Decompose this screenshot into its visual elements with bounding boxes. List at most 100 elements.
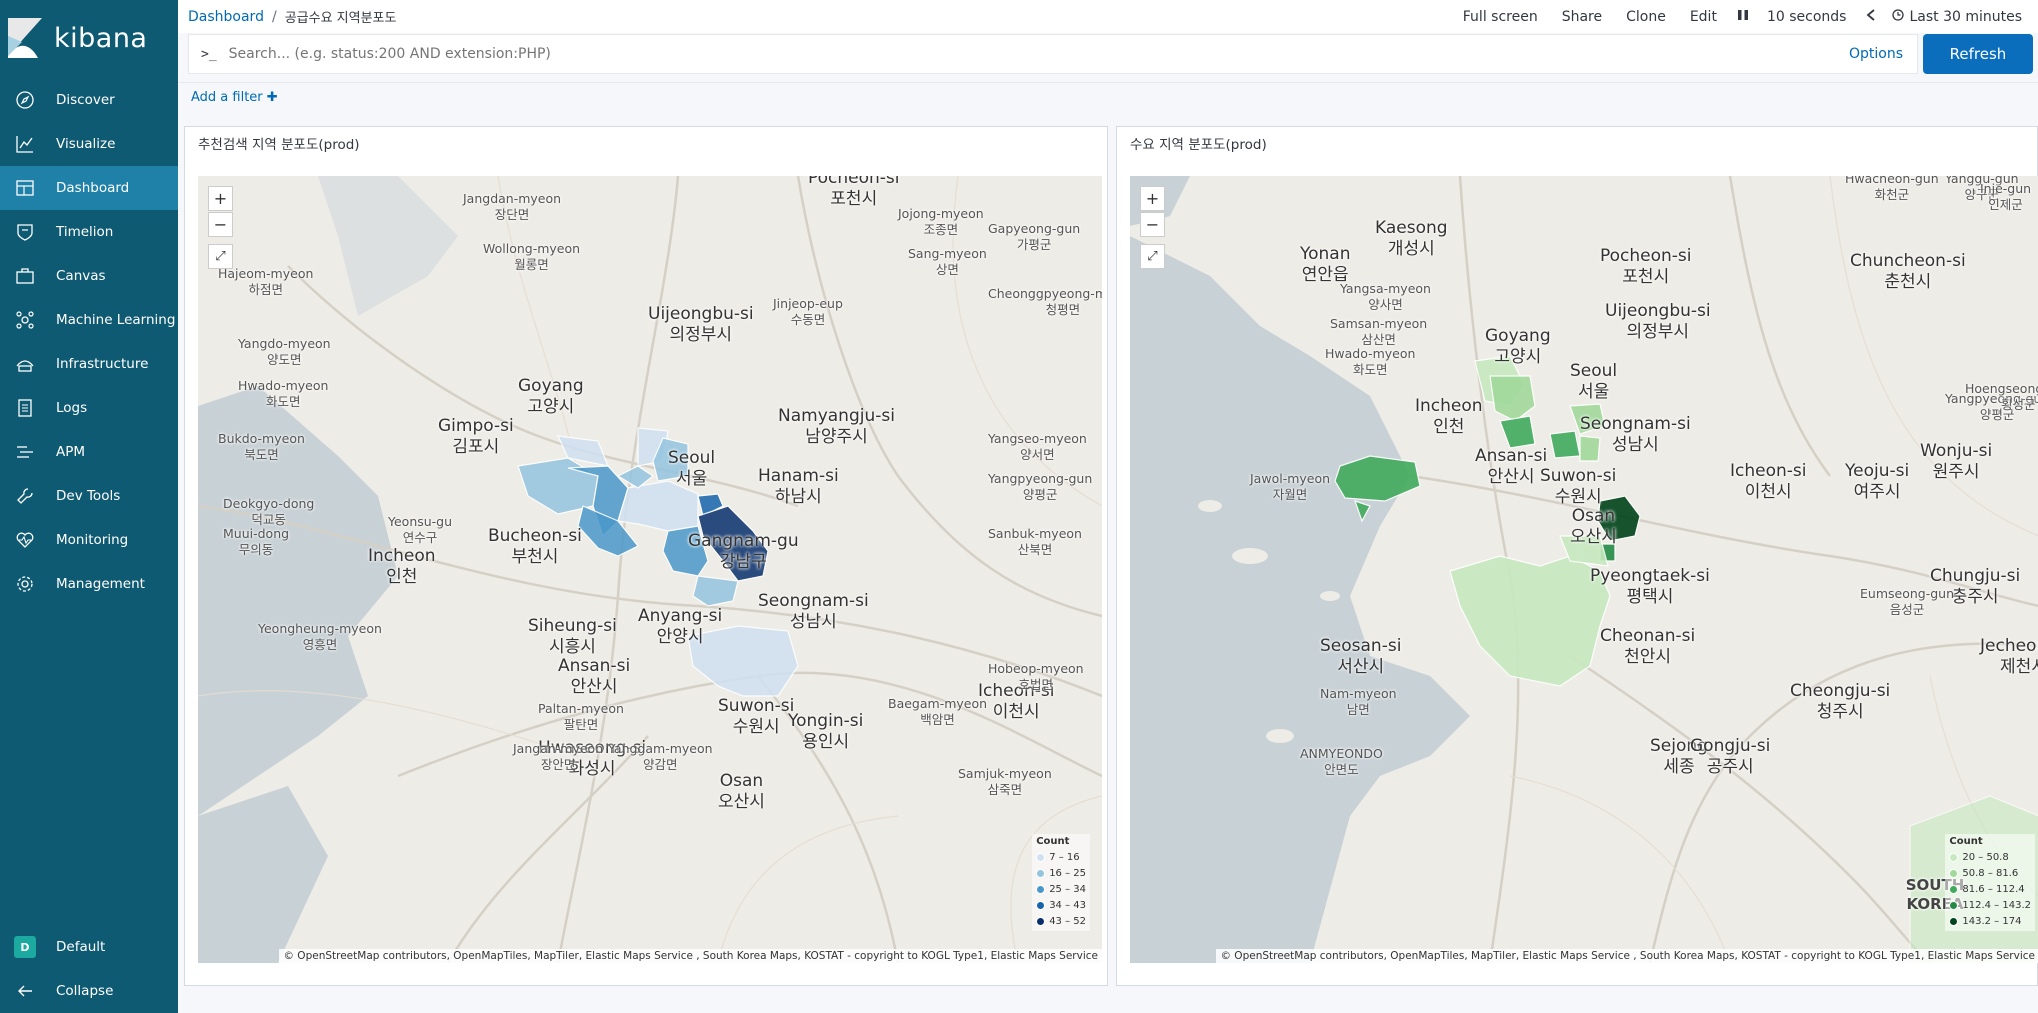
refresh-interval[interactable]: 10 seconds — [1767, 9, 1847, 25]
map-base — [198, 176, 1102, 963]
map-place-label: Yangsa-myeon 양사면 — [1340, 281, 1431, 312]
breadcrumb-dashboard[interactable]: Dashboard — [188, 9, 264, 25]
map-attribution: © OpenStreetMap contributors, OpenMapTil… — [279, 949, 1102, 963]
map-place-label: Yeonsu-gu 연수구 — [388, 514, 453, 545]
pause-icon[interactable] — [1737, 9, 1749, 25]
sidebar-item-timelion[interactable]: Timelion — [0, 210, 178, 254]
map-place-label: Muui-dong 무의동 — [223, 526, 290, 557]
legend-item: 50.8 – 81.6 — [1949, 865, 2031, 881]
top-bar: Dashboard / 공급수요 지역분포도 Full screen Share… — [178, 0, 2038, 33]
legend-item: 112.4 – 143.2 — [1949, 897, 2031, 913]
legend-label: 50.8 – 81.6 — [1962, 867, 2019, 879]
sidebar-item-machine-learning[interactable]: Machine Learning — [0, 298, 178, 342]
map-place-label: Sang-myeon 상면 — [908, 246, 987, 277]
kibana-logo-icon — [8, 18, 42, 58]
sidebar-item-apm[interactable]: APM — [0, 430, 178, 474]
arrow-left-icon — [14, 980, 36, 1002]
clock-icon — [1892, 8, 1905, 25]
map-place-label: Baegam-myeon 백암면 — [888, 696, 988, 727]
shield-icon — [14, 221, 36, 243]
clone-button[interactable]: Clone — [1626, 9, 1666, 25]
sidebar-item-label: Management — [56, 576, 145, 592]
zoom-in-button[interactable]: + — [1140, 186, 1165, 211]
sidebar-item-dev-tools[interactable]: Dev Tools — [0, 474, 178, 518]
map-place-label: Siheung-si 시흥시 — [528, 616, 617, 658]
panel-supply-map: 추천검색 지역 분포도(prod) Pocheon-si 포천시 Uijeong… — [184, 126, 1108, 986]
map-place-label: Wollong-myeon 월롱면 — [483, 241, 581, 272]
sidebar-item-logs[interactable]: Logs — [0, 386, 178, 430]
options-button[interactable]: Options — [1849, 46, 1917, 62]
query-bar: >_ Options Refresh — [178, 33, 2038, 79]
sidebar-item-label: Visualize — [56, 136, 116, 152]
sidebar-item-label: Monitoring — [56, 532, 129, 548]
map-place-label: Hajeom-myeon 하점면 — [218, 266, 314, 297]
fit-bounds-button[interactable]: ⤢ — [208, 244, 233, 269]
map-legend: Count 20 – 50.8 50.8 – 81.6 81.6 – 112.4 11… — [1945, 834, 2035, 931]
kibana-logo[interactable]: kibana — [0, 0, 178, 76]
collapse-button[interactable]: Collapse — [0, 969, 178, 1013]
zoom-in-button[interactable]: + — [208, 186, 233, 211]
map-place-label: Namyangju-si 남양주시 — [778, 406, 895, 448]
legend-swatch — [1036, 884, 1046, 894]
map-place-label: Deokgyo-dong 덕교동 — [223, 496, 315, 527]
edit-button[interactable]: Edit — [1690, 9, 1717, 25]
share-button[interactable]: Share — [1562, 9, 1602, 25]
map-place-label: Gongju-si 공주시 — [1690, 736, 1771, 778]
legend-title: Count — [1949, 836, 1983, 847]
map-place-label: Eumseong-gun 음성군 — [1860, 586, 1954, 617]
map-place-label: Incheon 인천 — [368, 546, 436, 588]
map-place-label: Suwon-si 수원시 — [718, 696, 795, 738]
sidebar-item-canvas[interactable]: Canvas — [0, 254, 178, 298]
sidebar-item-discover[interactable]: Discover — [0, 78, 178, 122]
map-place-label: Yangseo-myeon 양서면 — [988, 431, 1087, 462]
full-screen-button[interactable]: Full screen — [1463, 9, 1538, 25]
legend-item: 7 – 16 — [1036, 849, 1086, 865]
search-box: >_ Options — [188, 34, 1918, 74]
refresh-button[interactable]: Refresh — [1923, 34, 2033, 74]
space-selector[interactable]: D Default — [0, 925, 178, 969]
legend-item: 43 – 52 — [1036, 913, 1086, 929]
legend-swatch — [1036, 852, 1046, 862]
chevron-left-icon[interactable] — [1866, 8, 1876, 25]
legend-swatch — [1949, 900, 1959, 910]
legend-swatch — [1036, 900, 1046, 910]
compass-icon — [14, 89, 36, 111]
sidebar-item-management[interactable]: Management — [0, 562, 178, 606]
legend-label: 25 – 34 — [1049, 883, 1086, 895]
sidebar-item-infrastructure[interactable]: Infrastructure — [0, 342, 178, 386]
map-place-label: Icheon-si 이천시 — [1730, 461, 1807, 503]
sidebar-item-label: Discover — [56, 92, 115, 108]
legend-item: 143.2 – 174 — [1949, 913, 2031, 929]
map-place-label: Seongnam-si 성남시 — [1580, 414, 1691, 456]
map-place-label: Hobeop-myeon 호법면 — [988, 661, 1084, 692]
time-range-picker[interactable]: Last 30 minutes — [1909, 9, 2022, 25]
add-filter-label: Add a filter — [191, 90, 263, 105]
sidebar: kibana Discover Visualize Dashboard Time… — [0, 0, 178, 1013]
map-place-label: Pocheon-si 포천시 — [808, 176, 900, 210]
legend-item: 20 – 50.8 — [1949, 849, 2031, 865]
map-place-label: Yongin-si 용인시 — [788, 711, 864, 753]
map-place-label: Cheongju-si 청주시 — [1790, 681, 1891, 723]
map-place-label: Kaesong 개성시 — [1375, 218, 1448, 260]
map-place-label: Seoul 서울 — [1570, 361, 1618, 403]
sidebar-item-monitoring[interactable]: Monitoring — [0, 518, 178, 562]
legend-label: 34 – 43 — [1049, 899, 1086, 911]
legend-label: 112.4 – 143.2 — [1962, 899, 2031, 911]
search-input[interactable] — [228, 46, 1849, 62]
sidebar-item-dashboard[interactable]: Dashboard — [0, 166, 178, 210]
region-map[interactable]: Pocheon-si 포천시 Uijeongbu-si 의정부시 Goyang 고양시 Na… — [198, 176, 1102, 963]
region-map[interactable]: Kaesong 개성시 Pocheon-si 포천시 Chuncheon-si 춘천시 Yo… — [1130, 176, 2038, 963]
sidebar-item-visualize[interactable]: Visualize — [0, 122, 178, 166]
map-place-label: Yeoju-si 여주시 — [1845, 461, 1910, 503]
map-place-label: Chuncheon-si 춘천시 — [1850, 251, 1966, 293]
panel-title: 추천검색 지역 분포도(prod) — [198, 137, 360, 153]
map-place-label: Seosan-si 서산시 — [1320, 636, 1402, 678]
query-language-prompt[interactable]: >_ — [201, 47, 217, 62]
add-filter-button[interactable]: Add a filter ✚ — [191, 90, 278, 105]
legend-swatch — [1949, 868, 1959, 878]
zoom-out-button[interactable]: − — [208, 212, 233, 237]
gear-icon — [14, 573, 36, 595]
map-place-label: Sanbuk-myeon 산북면 — [988, 526, 1082, 557]
fit-bounds-button[interactable]: ⤢ — [1140, 244, 1165, 269]
zoom-out-button[interactable]: − — [1140, 212, 1165, 237]
